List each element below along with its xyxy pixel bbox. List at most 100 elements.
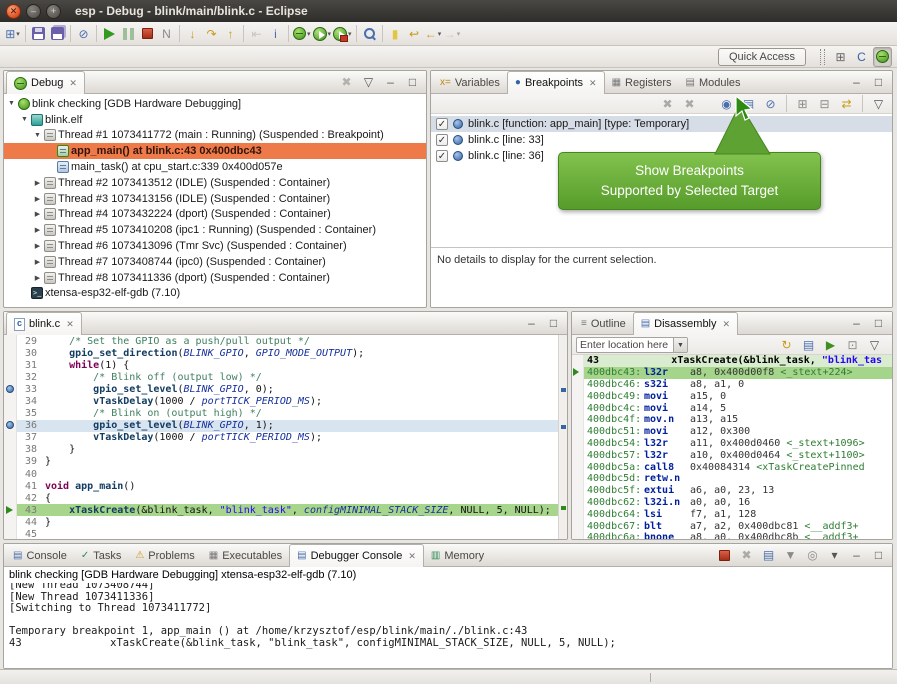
code-line[interactable]: 40 bbox=[4, 468, 558, 480]
save-all-button[interactable] bbox=[48, 24, 67, 44]
debug-perspective-button[interactable] bbox=[873, 47, 892, 67]
new-wizard-button[interactable]: ⊞▾ bbox=[3, 24, 22, 44]
close-tab-icon[interactable]: ✕ bbox=[589, 78, 597, 89]
terminate-button[interactable] bbox=[715, 545, 734, 565]
maximize-button[interactable]: □ bbox=[544, 313, 563, 333]
step-return-button[interactable]: ↑ bbox=[221, 24, 240, 44]
breakpoint-checkbox[interactable]: ✓ bbox=[436, 118, 448, 130]
skip-all-breakpoints-button[interactable]: ⊘ bbox=[74, 24, 93, 44]
terminate-button[interactable] bbox=[138, 24, 157, 44]
breakpoint-row[interactable]: ✓blink.c [line: 33] bbox=[431, 132, 892, 148]
tab-variables[interactable]: x=Variables bbox=[433, 72, 507, 93]
tab-breakpoints[interactable]: ●Breakpoints✕ bbox=[507, 71, 605, 94]
code-line[interactable]: 45 bbox=[4, 529, 558, 540]
code-line[interactable]: 30 gpio_set_direction(BLINK_GPIO, GPIO_M… bbox=[4, 347, 558, 359]
debug-tree-row[interactable]: ▼Thread #1 1073411772 (main : Running) (… bbox=[4, 128, 426, 144]
disconnect-button[interactable]: N bbox=[157, 24, 176, 44]
display-selected-console-button[interactable]: ▾ bbox=[825, 545, 844, 565]
debug-tree-row[interactable]: app_main() at blink.c:43 0x400dbc43 bbox=[4, 143, 426, 159]
editor-annotation-ruler[interactable] bbox=[4, 504, 17, 516]
editor-annotation-ruler[interactable] bbox=[4, 335, 17, 347]
overview-mark-breakpoint[interactable] bbox=[561, 388, 566, 392]
tab-debugger-console[interactable]: ▤Debugger Console✕ bbox=[289, 544, 424, 567]
sync-with-pc-button[interactable]: ▶ bbox=[821, 335, 840, 355]
editor-annotation-ruler[interactable] bbox=[4, 432, 17, 444]
disassembly-row[interactable]: 400dbc5f:extuia6, a0, 23, 13 bbox=[572, 485, 892, 497]
breakpoint-row[interactable]: ✓blink.c [function: app_main] [type: Tem… bbox=[431, 116, 892, 132]
code-line[interactable]: 35 /* Blink on (output high) */ bbox=[4, 408, 558, 420]
editor-annotation-ruler[interactable] bbox=[4, 516, 17, 528]
editor-annotation-ruler[interactable] bbox=[4, 420, 17, 432]
tab-registers[interactable]: ▦Registers bbox=[605, 72, 679, 93]
instruction-stepping-button[interactable]: i bbox=[266, 24, 285, 44]
editor-annotation-ruler[interactable] bbox=[4, 456, 17, 468]
tab-executables[interactable]: ▦Executables bbox=[202, 545, 289, 566]
location-combo[interactable]: ▼ bbox=[576, 337, 688, 353]
code-line[interactable]: 33 gpio_set_level(BLINK_GPIO, 0); bbox=[4, 383, 558, 395]
search-button[interactable] bbox=[360, 24, 379, 44]
close-tab-icon[interactable]: ✕ bbox=[66, 319, 74, 330]
editor-annotation-ruler[interactable] bbox=[4, 468, 17, 480]
maximize-button[interactable]: □ bbox=[869, 72, 888, 92]
editor-annotation-ruler[interactable] bbox=[4, 359, 17, 371]
code-line[interactable]: 41void app_main() bbox=[4, 480, 558, 492]
code-line[interactable]: 42{ bbox=[4, 492, 558, 504]
tab-blink-c[interactable]: blink.c✕ bbox=[6, 312, 82, 335]
expand-arrow-icon[interactable]: ▶ bbox=[32, 258, 43, 266]
code-line[interactable]: 43 xTaskCreate(&blink_task, "blink_task"… bbox=[4, 504, 558, 516]
code-line[interactable]: 39} bbox=[4, 456, 558, 468]
expand-arrow-icon[interactable]: ▶ bbox=[32, 274, 43, 282]
quick-access-button[interactable]: Quick Access bbox=[718, 48, 806, 66]
show-source-button[interactable]: ▤ bbox=[799, 335, 818, 355]
code-line[interactable]: 34 vTaskDelay(1000 / portTICK_PERIOD_MS)… bbox=[4, 395, 558, 407]
console-output[interactable]: [New Thread 1073408744][New Thread 10734… bbox=[4, 583, 892, 668]
scroll-lock-button[interactable]: ▼ bbox=[781, 545, 800, 565]
code-line[interactable]: 37 vTaskDelay(1000 / portTICK_PERIOD_MS)… bbox=[4, 432, 558, 444]
disassembly-row[interactable]: 400dbc5a:call80x40084314 <xTaskCreatePin… bbox=[572, 461, 892, 473]
resume-button[interactable] bbox=[100, 24, 119, 44]
expand-arrow-icon[interactable]: ▶ bbox=[32, 210, 43, 218]
combo-dropdown-icon[interactable]: ▼ bbox=[673, 338, 687, 352]
tab-problems[interactable]: ⚠Problems bbox=[128, 545, 201, 566]
expand-arrow-icon[interactable]: ▼ bbox=[19, 116, 30, 123]
cpp-perspective-button[interactable]: C bbox=[852, 47, 871, 67]
expand-arrow-icon[interactable]: ▼ bbox=[6, 100, 17, 107]
breakpoint-checkbox[interactable]: ✓ bbox=[436, 134, 448, 146]
maximize-window-button[interactable]: + bbox=[46, 4, 61, 19]
editor-annotation-ruler[interactable] bbox=[4, 371, 17, 383]
debug-tree-row[interactable]: ▶Thread #2 1073413512 (IDLE) (Suspended … bbox=[4, 175, 426, 191]
minimize-button[interactable]: – bbox=[847, 313, 866, 333]
debug-tree-row[interactable]: ▼blink.elf bbox=[4, 112, 426, 128]
tab-debug[interactable]: Debug✕ bbox=[6, 71, 85, 94]
disassembly-row[interactable]: 400dbc54:l32ra11, 0x400d0460 <_stext+109… bbox=[572, 438, 892, 450]
maximize-button[interactable]: □ bbox=[869, 313, 888, 333]
code-editor[interactable]: 29 /* Set the GPIO as a push/pull output… bbox=[4, 335, 558, 539]
disassembly-row[interactable]: 400dbc57:l32ra10, 0x400d0464 <_stext+110… bbox=[572, 449, 892, 461]
maximize-button[interactable]: □ bbox=[869, 545, 888, 565]
editor-annotation-ruler[interactable] bbox=[4, 529, 17, 540]
expand-arrow-icon[interactable]: ▶ bbox=[32, 242, 43, 250]
remove-launch-button[interactable]: ✖ bbox=[737, 545, 756, 565]
minimize-window-button[interactable]: – bbox=[26, 4, 41, 19]
refresh-view-button[interactable]: ↻ bbox=[777, 335, 796, 355]
remove-all-terminated-button[interactable]: ✖ bbox=[337, 72, 356, 92]
link-with-debug-view-button[interactable]: ⇄ bbox=[837, 94, 856, 114]
close-tab-icon[interactable]: ✕ bbox=[723, 319, 731, 330]
disassembly-row[interactable]: 400dbc4f:mov.na13, a15 bbox=[572, 414, 892, 426]
debug-tree-row[interactable]: main_task() at cpu_start.c:339 0x400d057… bbox=[4, 159, 426, 175]
last-edit-location-button[interactable]: ↩ bbox=[405, 24, 424, 44]
forward-button[interactable]: →▾ bbox=[443, 24, 462, 44]
breakpoint-marker-icon[interactable] bbox=[6, 385, 14, 393]
overview-mark-breakpoint[interactable] bbox=[561, 425, 566, 429]
collapse-all-button[interactable]: ⊟ bbox=[815, 94, 834, 114]
track-expression-button[interactable]: ⊡ bbox=[843, 335, 862, 355]
breakpoint-checkbox[interactable]: ✓ bbox=[436, 150, 448, 162]
view-menu-button[interactable]: ▽ bbox=[865, 335, 884, 355]
disassembly-listing[interactable]: 43 xTaskCreate(&blink_task, "blink_tas40… bbox=[572, 355, 892, 539]
open-perspective-button[interactable]: ⊞ bbox=[831, 47, 850, 67]
debug-tree-row[interactable]: ▶Thread #7 1073408744 (ipc0) (Suspended … bbox=[4, 254, 426, 270]
editor-annotation-ruler[interactable] bbox=[4, 480, 17, 492]
disassembly-row[interactable]: 400dbc6a:bnonea8, a0, 0x400dbc8b <__addf… bbox=[572, 532, 892, 539]
code-line[interactable]: 38 } bbox=[4, 444, 558, 456]
editor-annotation-ruler[interactable] bbox=[4, 444, 17, 456]
